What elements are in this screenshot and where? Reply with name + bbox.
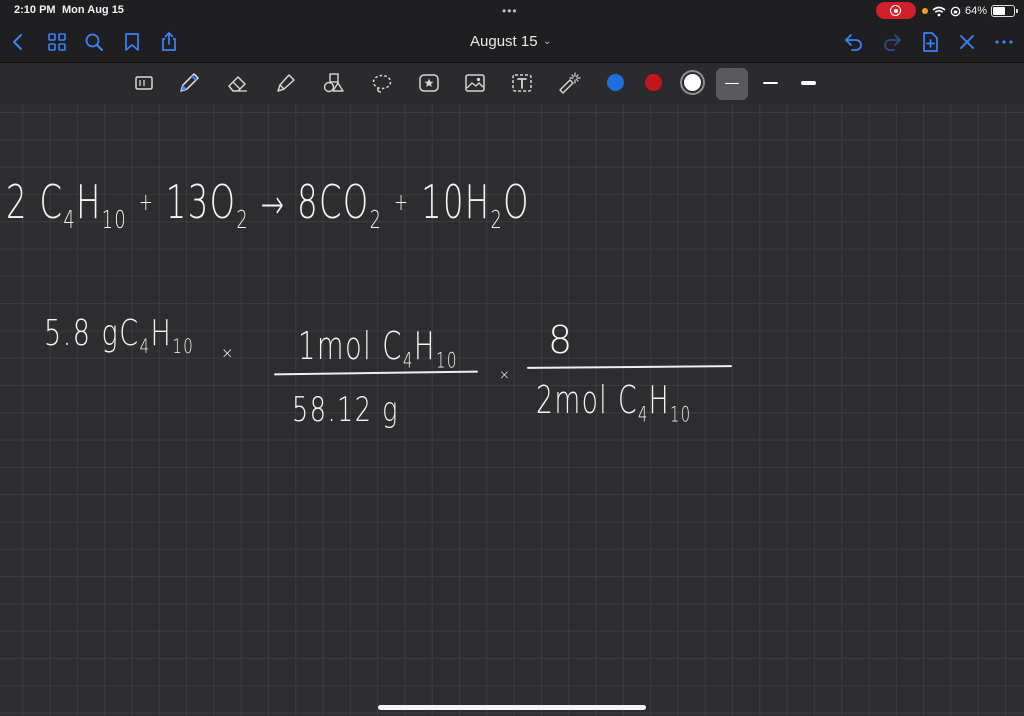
element-c: C (39, 175, 64, 229)
drawing-toolbar (0, 63, 1024, 103)
element-o: O (503, 175, 530, 229)
battery-level (993, 7, 1006, 15)
lasso-icon[interactable] (369, 70, 395, 96)
status-bar: 2:10 PM Mon Aug 15 ••• 64% (0, 0, 1024, 22)
stroke-thin-icon (725, 83, 739, 84)
pen-icon[interactable] (176, 70, 202, 96)
document-nav-bar: August 15 ⌄ (0, 22, 1024, 63)
multiply-sign: × (499, 368, 512, 383)
close-icon[interactable] (955, 30, 979, 54)
status-indicators: 64% (922, 3, 1019, 19)
status-date: Mon Aug 15 (62, 4, 124, 16)
eraser-icon[interactable] (225, 70, 251, 96)
color-swatch-red[interactable] (645, 74, 662, 91)
text-icon[interactable] (509, 70, 535, 96)
subscript: 2 (236, 205, 250, 235)
subscript: 4 (637, 402, 649, 427)
subscript: 10 (101, 205, 128, 235)
chevron-down-icon[interactable]: ⌄ (543, 36, 551, 47)
fraction2-bar (526, 365, 733, 369)
subscript: 10 (670, 402, 692, 427)
wifi-icon (932, 6, 946, 16)
given-formula: C4H10 (119, 313, 194, 358)
read-mode-icon[interactable] (131, 70, 157, 96)
reactant-butane: C4H10 (39, 175, 128, 234)
element-c: C (119, 313, 140, 354)
search-icon[interactable] (82, 30, 106, 54)
element-h: H (150, 313, 173, 354)
subscript: 10 (172, 335, 195, 359)
multiply-sign: × (221, 344, 236, 362)
bookmark-icon[interactable] (120, 30, 144, 54)
element-h: H (648, 378, 671, 422)
fraction2-numerator: 8 (548, 318, 575, 362)
equation-coefficient: 13 (165, 175, 210, 229)
document-title[interactable]: August 15 (470, 33, 538, 50)
product-water: H2O (464, 175, 530, 234)
given-quantity: 5.8 gC4H10 (44, 312, 194, 369)
color-swatch-white[interactable] (684, 74, 701, 91)
more-icon[interactable] (992, 30, 1016, 54)
equation-coefficient: 2 (6, 175, 28, 229)
subscript: 4 (402, 348, 414, 373)
note-canvas[interactable]: 2 C4H10 + 13O2 → 8CO2 + 10H2O 5.8 gC4H10… (0, 104, 1024, 716)
reaction-arrow: → (260, 182, 286, 228)
given-mass: 5.8 g (44, 313, 120, 354)
denominator-text: 2mol C (536, 378, 638, 422)
screen-recording-indicator[interactable] (876, 2, 916, 19)
battery-icon (991, 5, 1019, 17)
element-h: H (464, 175, 491, 229)
element-h: H (76, 175, 102, 229)
image-icon[interactable] (462, 70, 488, 96)
stroke-width-thick[interactable] (801, 81, 816, 85)
equation-coefficient: 8 (297, 175, 320, 229)
highlighter-icon[interactable] (273, 70, 299, 96)
color-swatch-blue[interactable] (607, 74, 624, 91)
plus-sign: + (138, 188, 155, 216)
sticker-icon[interactable] (416, 70, 442, 96)
orientation-lock-icon (950, 6, 961, 16)
share-icon[interactable] (157, 30, 181, 54)
record-icon (890, 5, 901, 16)
product-co2: CO2 (319, 175, 382, 234)
redo-icon[interactable] (880, 30, 904, 54)
formula-co: CO (319, 175, 370, 229)
fraction2-denominator: 2mol C4H10 (536, 378, 691, 437)
microphone-in-use-icon (922, 8, 928, 14)
multitasking-dots[interactable]: ••• (502, 4, 518, 18)
stroke-width-thin[interactable] (716, 68, 748, 100)
element-h: H (413, 324, 436, 368)
thumbnails-icon[interactable] (45, 30, 69, 54)
reactant-oxygen: O2 (209, 175, 249, 234)
subscript: 4 (63, 205, 77, 235)
chemical-equation: 2 C4H10 + 13O2 → 8CO2 + 10H2O (6, 174, 530, 248)
fraction1-denominator: 58.12 g (292, 390, 399, 430)
subscript: 4 (139, 335, 151, 359)
undo-icon[interactable] (842, 30, 866, 54)
laser-pointer-icon[interactable] (556, 70, 582, 96)
battery-percent: 64% (965, 5, 988, 17)
subscript: 2 (490, 205, 504, 235)
element-o: O (209, 175, 237, 229)
add-page-icon[interactable] (918, 30, 942, 54)
plus-sign: + (393, 188, 410, 216)
subscript: 2 (369, 205, 383, 235)
equation-coefficient: 10 (421, 175, 465, 229)
back-icon[interactable] (6, 30, 30, 54)
status-time: 2:10 PM (14, 4, 56, 16)
subscript: 10 (435, 348, 458, 373)
numerator-text: 1mol C (298, 324, 403, 368)
stroke-width-medium[interactable] (763, 82, 778, 84)
home-indicator[interactable] (378, 705, 646, 710)
shapes-icon[interactable] (321, 70, 347, 96)
